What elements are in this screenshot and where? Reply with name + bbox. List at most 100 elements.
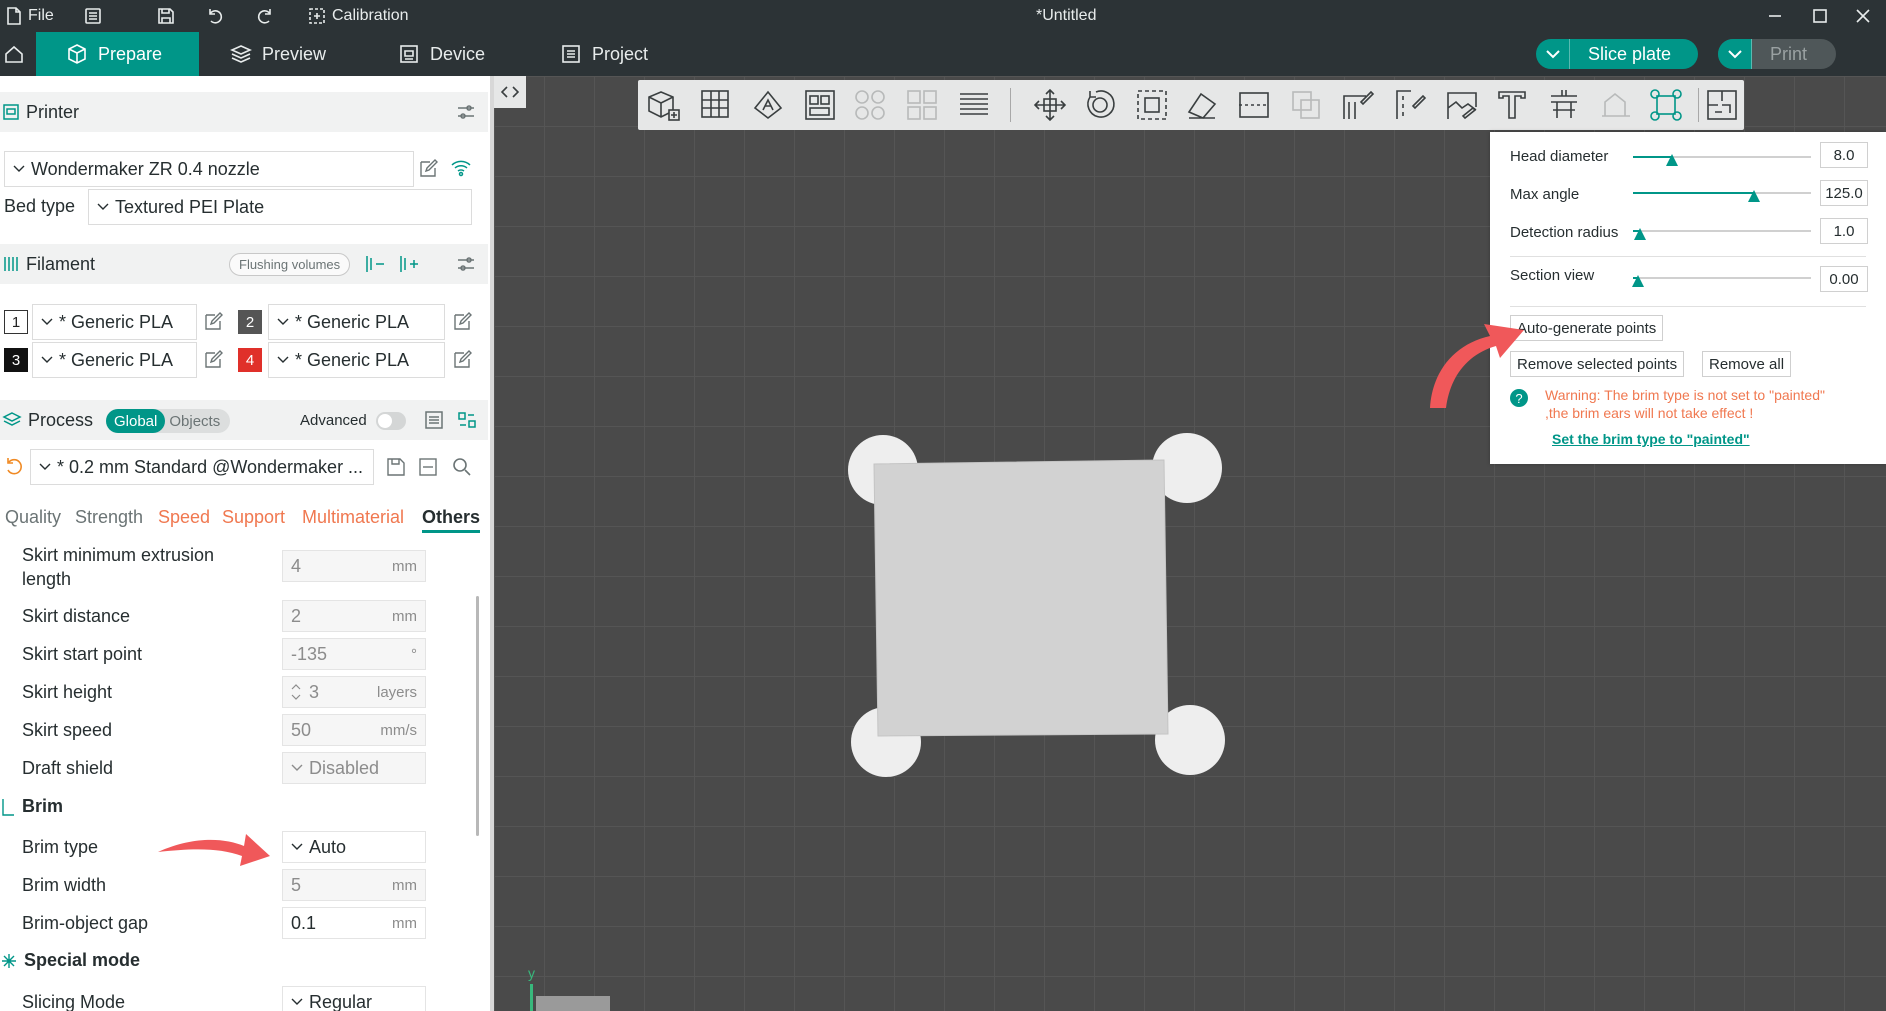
tab-support[interactable]: Support bbox=[222, 507, 285, 528]
head-diameter-input[interactable]: 8.0 bbox=[1820, 142, 1868, 168]
settings-scrollbar[interactable] bbox=[476, 596, 479, 836]
tab-prepare[interactable]: Prepare bbox=[36, 32, 199, 76]
split-objects-tool[interactable] bbox=[848, 84, 892, 126]
head-diameter-slider[interactable] bbox=[1633, 154, 1811, 166]
skirt-min-extrusion-field[interactable]: 4 mm bbox=[282, 550, 426, 582]
skirt-speed-field[interactable]: 50 mm/s bbox=[282, 714, 426, 746]
print-button[interactable]: Print bbox=[1718, 39, 1836, 69]
max-angle-slider[interactable] bbox=[1633, 190, 1811, 202]
maximize-button[interactable] bbox=[1812, 0, 1828, 32]
brim-object-gap-field[interactable]: 0.1 mm bbox=[282, 907, 426, 939]
filament-slot-4-select[interactable]: * Generic PLA bbox=[268, 342, 445, 378]
color-paint-tool[interactable] bbox=[1440, 84, 1484, 126]
edit-printer-icon[interactable] bbox=[418, 159, 438, 179]
close-button[interactable] bbox=[1855, 0, 1871, 32]
brim-type-select[interactable]: Auto bbox=[282, 831, 426, 863]
print-dropdown[interactable] bbox=[1718, 39, 1752, 69]
detection-radius-input[interactable]: 1.0 bbox=[1820, 218, 1868, 244]
section-view-input[interactable]: 0.00 bbox=[1820, 266, 1868, 292]
wifi-icon[interactable] bbox=[450, 158, 472, 178]
tab-device[interactable]: Device bbox=[368, 32, 515, 76]
lay-on-face-tool[interactable] bbox=[1180, 84, 1224, 126]
slice-plate-button[interactable]: Slice plate bbox=[1536, 39, 1698, 69]
filament-slot-3-select[interactable]: * Generic PLA bbox=[32, 342, 197, 378]
section-view-slider-thumb[interactable] bbox=[1632, 275, 1645, 287]
edit-filament-1-icon[interactable] bbox=[203, 312, 223, 332]
global-objects-toggle[interactable]: Global Objects bbox=[106, 409, 230, 433]
layers-tool[interactable] bbox=[952, 84, 996, 126]
minimize-button[interactable] bbox=[1767, 0, 1783, 32]
compare-icon[interactable] bbox=[456, 410, 478, 430]
calibration-menu[interactable]: Calibration bbox=[308, 0, 408, 32]
brim-ears-tool[interactable] bbox=[1542, 84, 1586, 126]
redo-button[interactable] bbox=[256, 0, 274, 32]
skirt-distance-field[interactable]: 2 mm bbox=[282, 600, 426, 632]
arrange-tool[interactable] bbox=[798, 84, 842, 126]
tab-strength[interactable]: Strength bbox=[75, 507, 143, 528]
printer-select[interactable]: Wondermaker ZR 0.4 nozzle bbox=[4, 151, 414, 187]
global-option[interactable]: Global bbox=[106, 409, 166, 433]
home-button[interactable] bbox=[0, 32, 28, 76]
orient-tool[interactable] bbox=[746, 84, 790, 126]
max-angle-slider-thumb[interactable] bbox=[1748, 190, 1761, 202]
remove-all-button[interactable]: Remove all bbox=[1702, 351, 1792, 377]
stepper-icon[interactable] bbox=[291, 683, 301, 701]
file-menu[interactable]: File bbox=[6, 0, 54, 32]
assemble-view-tool[interactable] bbox=[1700, 84, 1744, 126]
save-preset-icon[interactable] bbox=[386, 457, 406, 477]
settings-sliders-icon[interactable] bbox=[456, 255, 476, 273]
brim-width-field[interactable]: 5 mm bbox=[282, 869, 426, 901]
filament-slot-2-select[interactable]: * Generic PLA bbox=[268, 304, 445, 340]
menu-button[interactable] bbox=[84, 0, 102, 32]
scale-tool[interactable] bbox=[1130, 84, 1174, 126]
objects-option[interactable]: Objects bbox=[165, 413, 224, 430]
search-icon[interactable] bbox=[452, 457, 472, 477]
head-diameter-slider-thumb[interactable] bbox=[1666, 154, 1679, 166]
tab-preview[interactable]: Preview bbox=[200, 32, 356, 76]
section-view-slider[interactable] bbox=[1632, 275, 1811, 287]
model-top-face[interactable] bbox=[873, 459, 1169, 737]
add-filament-icon[interactable] bbox=[398, 254, 420, 274]
rotate-tool[interactable] bbox=[1078, 84, 1122, 126]
process-preset-select[interactable]: * 0.2 mm Standard @Wondermaker ... bbox=[30, 449, 374, 485]
tab-quality[interactable]: Quality bbox=[5, 507, 61, 528]
process-list-icon[interactable] bbox=[424, 410, 444, 430]
reset-icon[interactable] bbox=[4, 457, 24, 477]
flushing-volumes-button[interactable]: Flushing volumes bbox=[229, 253, 351, 276]
tab-multimaterial[interactable]: Multimaterial bbox=[302, 507, 404, 528]
collapse-sidebar-button[interactable] bbox=[494, 76, 526, 108]
draft-shield-select[interactable]: Disabled bbox=[282, 752, 426, 784]
filament-slot-1-select[interactable]: * Generic PLA bbox=[32, 304, 197, 340]
skirt-start-point-field[interactable]: -135 ° bbox=[282, 638, 426, 670]
settings-sliders-icon[interactable] bbox=[456, 103, 476, 121]
text-tool[interactable] bbox=[1490, 84, 1534, 126]
cut-tool[interactable] bbox=[1232, 84, 1276, 126]
detection-radius-slider-thumb[interactable] bbox=[1634, 228, 1647, 240]
model-object[interactable] bbox=[840, 432, 1240, 832]
assembly-tool[interactable] bbox=[1644, 84, 1688, 126]
undo-button[interactable] bbox=[206, 0, 224, 32]
mesh-boolean-tool[interactable] bbox=[1284, 84, 1328, 126]
slicing-mode-select[interactable]: Regular bbox=[282, 986, 426, 1011]
split-parts-tool[interactable] bbox=[900, 84, 944, 126]
edit-filament-2-icon[interactable] bbox=[452, 312, 472, 332]
seam-paint-tool[interactable] bbox=[1388, 84, 1432, 126]
advanced-toggle[interactable] bbox=[376, 412, 406, 430]
tab-project[interactable]: Project bbox=[530, 32, 678, 76]
max-angle-input[interactable]: 125.0 bbox=[1820, 180, 1868, 206]
remove-selected-points-button[interactable]: Remove selected points bbox=[1510, 351, 1685, 377]
edit-filament-3-icon[interactable] bbox=[203, 350, 223, 370]
tab-others[interactable]: Others bbox=[422, 507, 481, 533]
remove-filament-icon[interactable] bbox=[364, 254, 386, 274]
skirt-height-field[interactable]: 3 layers bbox=[282, 676, 426, 708]
collapse-preset-icon[interactable] bbox=[418, 457, 438, 477]
add-object-tool[interactable] bbox=[642, 84, 686, 126]
measure-tool[interactable] bbox=[1594, 84, 1638, 126]
slice-dropdown[interactable] bbox=[1536, 39, 1570, 69]
edit-filament-4-icon[interactable] bbox=[452, 350, 472, 370]
detection-radius-slider[interactable] bbox=[1633, 228, 1811, 240]
bed-type-select[interactable]: Textured PEI Plate bbox=[88, 189, 472, 225]
move-tool[interactable] bbox=[1028, 84, 1072, 126]
add-plate-tool[interactable] bbox=[694, 84, 738, 126]
set-brim-type-link[interactable]: Set the brim type to "painted" bbox=[1552, 431, 1750, 447]
